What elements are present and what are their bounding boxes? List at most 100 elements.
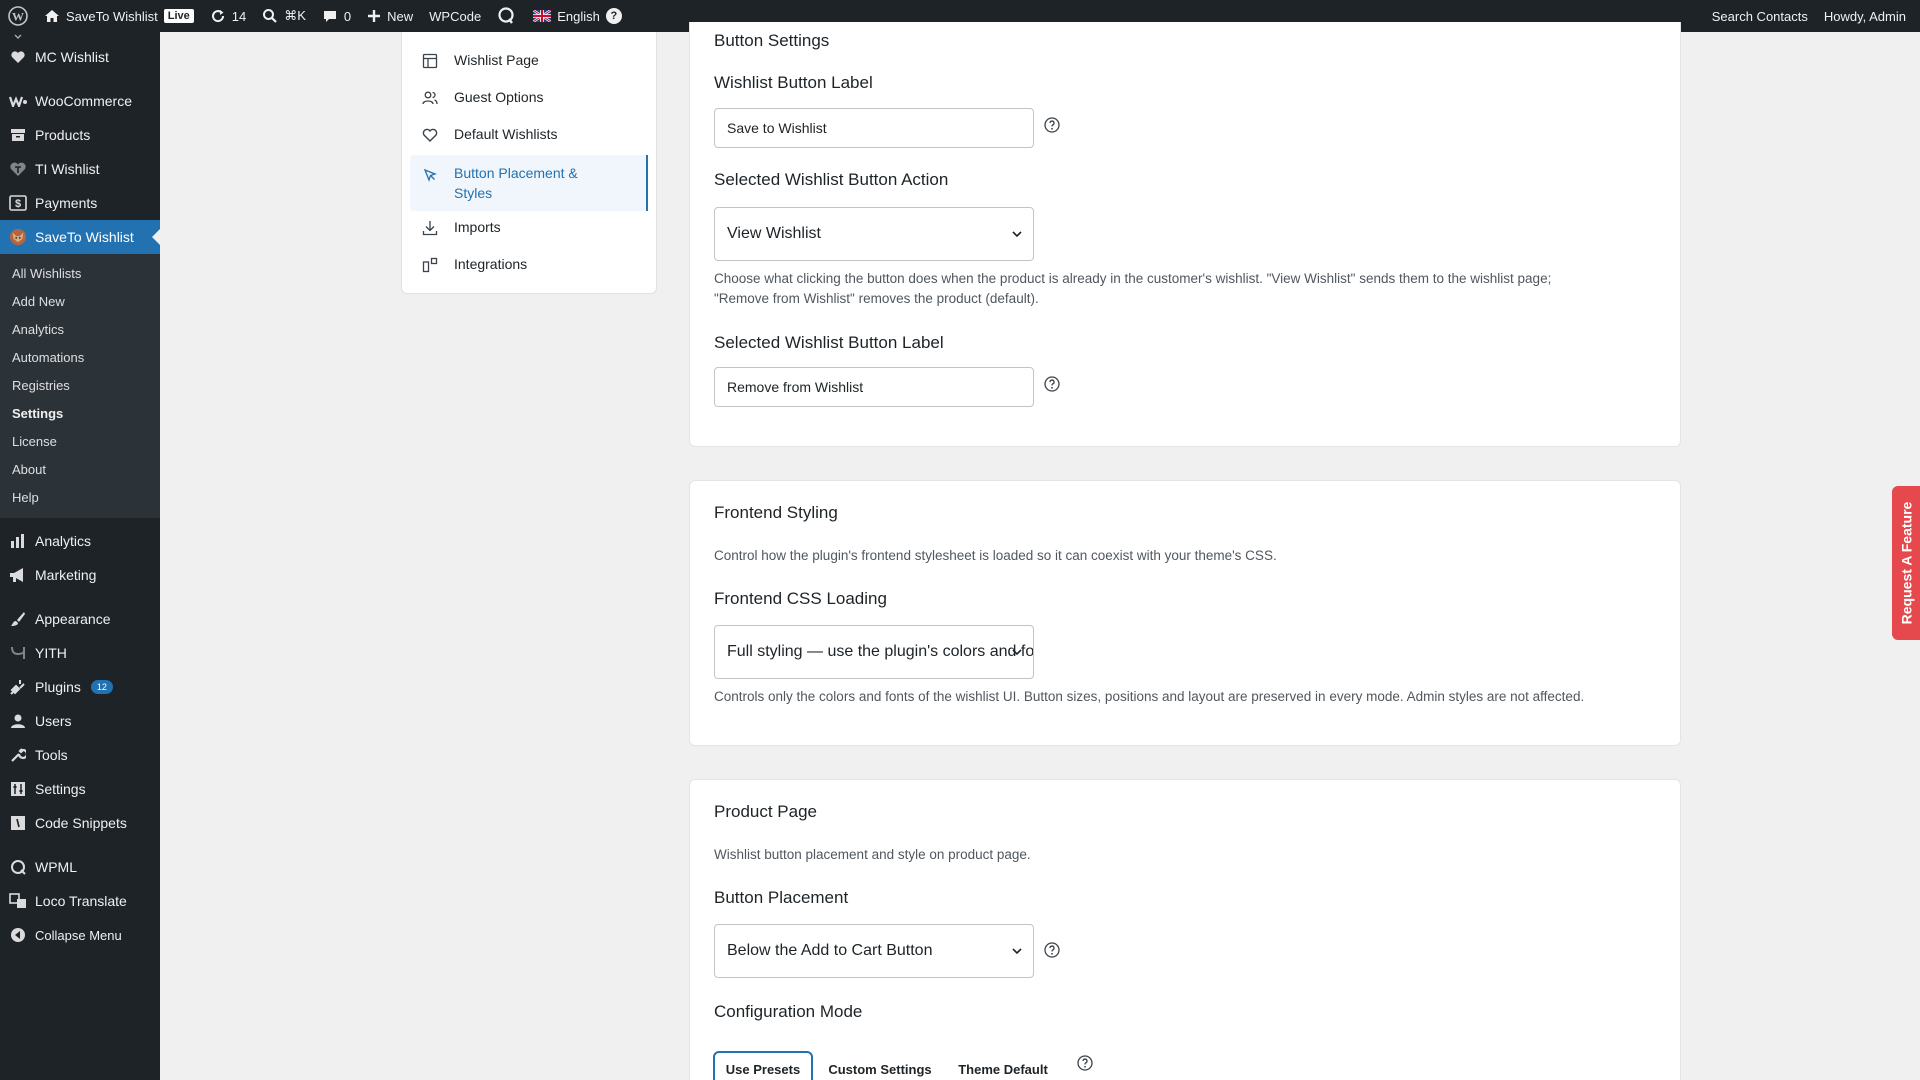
search-contacts-link[interactable]: Search Contacts <box>1704 0 1816 32</box>
heart-outline-icon <box>422 128 438 142</box>
plug-icon <box>9 678 27 696</box>
field-description: Choose what clicking the button does whe… <box>714 271 1552 286</box>
sidebar-item-label: Analytics <box>35 533 92 549</box>
archive-icon <box>9 126 27 144</box>
submenu-help[interactable]: Help <box>0 484 160 512</box>
comments-count: 0 <box>343 8 352 24</box>
query-monitor-icon <box>498 7 514 24</box>
field-heading: Selected Wishlist Button Label <box>714 333 944 352</box>
query-monitor-button[interactable] <box>489 0 525 32</box>
nav-wishlist-page[interactable]: Wishlist Page <box>402 44 656 81</box>
frontend-css-loading-select[interactable]: Full styling — use the plugin's colors a… <box>714 625 1034 679</box>
submenu-license[interactable]: License <box>0 428 160 456</box>
chevron-down-icon <box>1012 649 1022 656</box>
howdy-label: Howdy, Admin <box>1823 8 1906 24</box>
field-heading: Frontend CSS Loading <box>714 589 887 608</box>
sidebar-item-label: MC Wishlist <box>35 49 109 65</box>
sidebar-item-users[interactable]: Users <box>0 704 160 738</box>
sidebar-item-label: Payments <box>35 195 98 211</box>
mode-theme-default-button[interactable]: Theme Default <box>948 1051 1058 1080</box>
chevron-down-icon <box>1012 231 1022 238</box>
sidebar-item-label: Loco Translate <box>35 893 127 909</box>
nav-integrations[interactable]: Integrations <box>402 248 656 285</box>
sidebar-item-products[interactable]: Products <box>0 118 160 152</box>
nav-label: Wishlist Page <box>454 52 539 68</box>
sidebar-item-tools[interactable]: Tools <box>0 738 160 772</box>
sidebar-item-mc-wishlist[interactable]: MC Wishlist <box>0 40 160 74</box>
nav-button-placement-styles[interactable]: Button Placement & Styles <box>410 155 648 211</box>
nav-guest-options[interactable]: Guest Options <box>402 81 656 118</box>
fox-icon <box>9 228 27 246</box>
section-description: Wishlist button placement and style on p… <box>714 847 1031 862</box>
submenu-analytics[interactable]: Analytics <box>0 316 160 344</box>
submenu-settings[interactable]: Settings <box>0 400 160 428</box>
wordpress-logo-button[interactable]: W <box>0 0 36 32</box>
selected-button-label-input[interactable]: Remove from Wishlist <box>714 367 1034 407</box>
select-value: Below the Add to Cart Button <box>727 942 933 959</box>
submenu-automations[interactable]: Automations <box>0 344 160 372</box>
sidebar-item-payments[interactable]: $ Payments <box>0 186 160 220</box>
field-description: Controls only the colors and fonts of th… <box>714 689 1585 704</box>
sidebar-item-settings[interactable]: Settings <box>0 772 160 806</box>
comments-link[interactable]: 0 <box>314 0 359 32</box>
sidebar-item-appearance[interactable]: Appearance <box>0 602 160 636</box>
translate-icon <box>9 892 27 910</box>
sidebar-item-label: Tools <box>35 747 68 763</box>
site-name-link[interactable]: SaveTo Wishlist Live <box>36 0 202 32</box>
account-menu[interactable]: Howdy, Admin <box>1816 0 1920 32</box>
sidebar-item-analytics[interactable]: Analytics <box>0 524 160 558</box>
brush-icon <box>9 610 27 628</box>
sidebar-item-label: Products <box>35 127 91 143</box>
mode-use-presets-button[interactable]: Use Presets <box>713 1051 813 1080</box>
product-page-card: Product Page Wishlist button placement a… <box>689 779 1681 1080</box>
heart-icon <box>9 160 27 178</box>
plugins-update-badge: 12 <box>90 680 113 694</box>
sidebar-item-label: SaveTo Wishlist <box>35 229 134 245</box>
sidebar-item-saveto-wishlist[interactable]: SaveTo Wishlist <box>0 220 160 254</box>
help-icon[interactable] <box>1044 117 1060 133</box>
sidebar-item-label: Marketing <box>35 567 97 583</box>
help-icon[interactable] <box>1044 376 1060 392</box>
wishlist-button-action-select[interactable]: View Wishlist <box>714 207 1034 261</box>
button-placement-select[interactable]: Below the Add to Cart Button <box>714 924 1034 978</box>
sidebar-item-yith[interactable]: YITH <box>0 636 160 670</box>
site-name: SaveTo Wishlist <box>66 8 158 24</box>
plus-icon <box>368 10 381 22</box>
request-feature-tab[interactable]: Request A Feature <box>1892 486 1920 640</box>
search-shortcut-button[interactable]: ⌘K <box>254 0 314 32</box>
updates-link[interactable]: 14 <box>202 0 254 32</box>
cursor-icon <box>423 168 437 182</box>
wpcode-link[interactable]: WPCode <box>421 0 489 32</box>
sidebar-item-plugins[interactable]: Plugins 12 <box>0 670 160 704</box>
submenu-all-wishlists[interactable]: All Wishlists <box>0 260 160 288</box>
submenu-add-new[interactable]: Add New <box>0 288 160 316</box>
new-content-link[interactable]: New <box>359 0 421 32</box>
chevron-down-icon <box>1012 948 1022 955</box>
woo-icon <box>9 92 27 110</box>
sidebar-item-code-snippets[interactable]: Code Snippets <box>0 806 160 840</box>
sidebar-item-wpml[interactable]: WPML <box>0 850 160 884</box>
refresh-icon <box>211 10 224 23</box>
search-shortcut: ⌘K <box>284 8 306 23</box>
section-title: Frontend Styling <box>714 503 838 522</box>
submenu-registries[interactable]: Registries <box>0 372 160 400</box>
help-icon[interactable] <box>1044 942 1060 958</box>
mode-custom-settings-button[interactable]: Custom Settings <box>820 1051 940 1080</box>
collapse-menu-button[interactable]: Collapse Menu <box>0 918 160 952</box>
help-icon[interactable] <box>1077 1055 1093 1071</box>
sidebar-item-woocommerce[interactable]: WooCommerce <box>0 84 160 118</box>
nav-label: Imports <box>454 219 501 235</box>
nav-default-wishlists[interactable]: Default Wishlists <box>402 118 656 155</box>
sidebar-item-label: Users <box>35 713 72 729</box>
wishlist-button-label-input[interactable]: Save to Wishlist <box>714 108 1034 148</box>
section-title: Product Page <box>714 802 818 821</box>
submenu-about[interactable]: About <box>0 456 160 484</box>
sidebar-item-label: Collapse Menu <box>35 927 122 943</box>
sidebar-item-marketing[interactable]: Marketing <box>0 558 160 592</box>
language-switcher[interactable]: English ? <box>525 0 630 32</box>
nav-label: Button Placement & Styles <box>454 165 578 201</box>
sidebar-item-ti-wishlist[interactable]: TI Wishlist <box>0 152 160 186</box>
nav-imports[interactable]: Imports <box>402 211 656 248</box>
sidebar-item-label: Code Snippets <box>35 815 127 831</box>
sidebar-item-loco-translate[interactable]: Loco Translate <box>0 884 160 918</box>
